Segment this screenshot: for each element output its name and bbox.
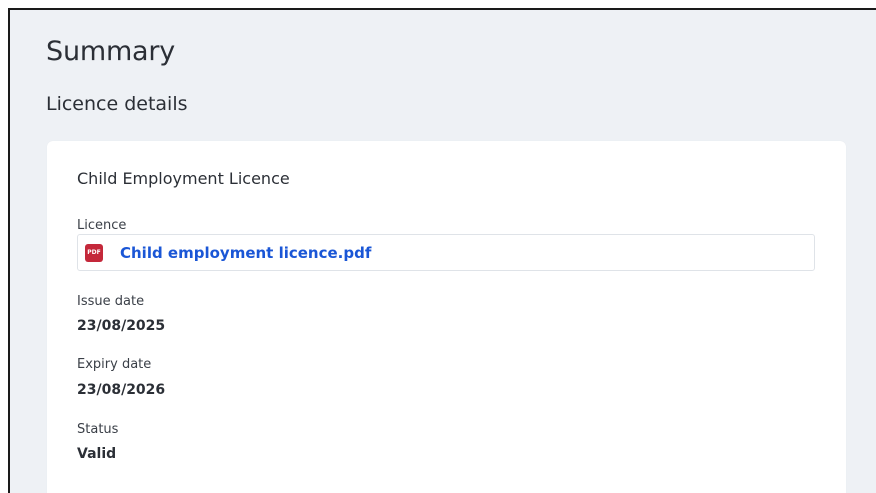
issue-date-value: 23/08/2025 (77, 318, 166, 334)
expiry-date-value: 23/08/2026 (77, 382, 166, 398)
licence-card: Child Employment Licence Licence PDF Chi… (47, 141, 846, 493)
status-label: Status (77, 422, 119, 437)
card-title: Child Employment Licence (77, 169, 290, 188)
expiry-date-label: Expiry date (77, 357, 152, 372)
licence-file-attachment[interactable]: PDF Child employment licence.pdf (77, 234, 815, 271)
page-title: Summary (46, 36, 176, 67)
pdf-icon: PDF (85, 243, 103, 262)
status-value: Valid (77, 446, 117, 462)
issue-date-label: Issue date (77, 294, 145, 309)
page-frame: Summary Licence details Child Employment… (8, 8, 876, 493)
licence-label: Licence (77, 218, 127, 233)
section-title: Licence details (46, 93, 188, 115)
licence-file-link[interactable]: Child employment licence.pdf (120, 244, 371, 262)
